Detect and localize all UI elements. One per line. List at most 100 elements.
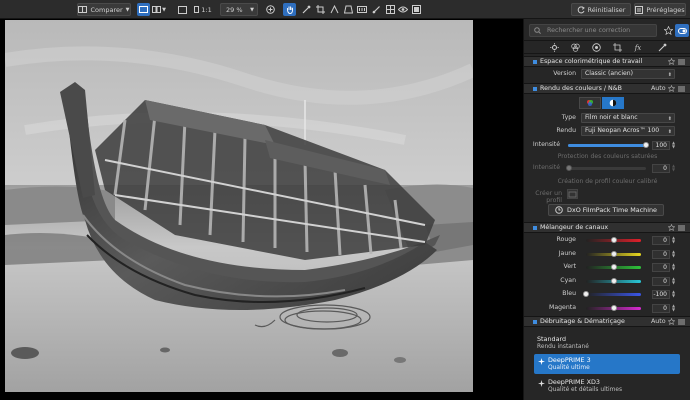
white-balance-tool[interactable] [300,3,312,16]
channel-value[interactable]: 0 [652,276,670,286]
channel-label: Rouge [556,236,576,243]
denoise-option-standard[interactable]: Standard Rendu instantané [534,334,680,354]
crop-tool[interactable] [314,3,326,16]
star-icon[interactable] [668,224,675,231]
channel-stepper[interactable]: ▲ ▼ [672,236,676,245]
search-icon [534,27,541,34]
auto-label[interactable]: Auto [651,85,666,92]
profile-label: Création de profil couleur calibré [557,178,658,185]
channel-row-vert: Vert 0 ▲ ▼ [524,262,690,273]
ratio-button[interactable]: 1:1 [190,3,216,16]
section-denoise-header[interactable]: Débruitage & Dématriçage Auto [524,316,690,327]
section-color-rendering-header[interactable]: Rendu des couleurs / N&B Auto [524,83,690,94]
intensity2-value[interactable]: 0 [652,164,670,173]
single-view-button[interactable] [137,3,150,16]
tab-light[interactable] [544,41,564,54]
auto-label[interactable]: Auto [651,318,666,325]
tab-effects[interactable]: fx [628,41,648,54]
color-circles-icon [570,43,580,52]
timemachine-button[interactable]: DxO FilmPack Time Machine [548,204,664,216]
menu-icon[interactable] [678,225,685,231]
target-icon [591,43,601,52]
bw-mode-button[interactable] [602,97,624,109]
intensity-value[interactable]: 100 [652,141,670,150]
intensity-stepper[interactable]: ▲ ▼ [672,141,676,150]
straighten-tool[interactable] [328,3,340,16]
reset-button[interactable]: Réinitialiser [571,3,631,16]
denoise-option-deepprime-xd3[interactable]: DeepPRIME XD3 Qualité et détails ultimes [534,376,680,396]
hand-tool-button[interactable] [283,3,296,16]
tab-local[interactable] [652,41,672,54]
channel-stepper[interactable]: ▲ ▼ [672,249,676,259]
intensity2-slider[interactable] [568,167,646,170]
zoom-select[interactable]: 29 % ▼ [220,3,258,16]
channel-slider-knob[interactable] [610,237,617,243]
channel-slider[interactable] [586,293,641,296]
repair-tool[interactable] [356,3,368,16]
compare-button[interactable]: Comparer ▼ [77,3,131,16]
magnifier-icon [194,6,200,13]
color-mode-button[interactable] [579,97,601,109]
crop-icon [315,5,325,14]
fit-button[interactable] [176,3,188,16]
image-viewer[interactable] [0,19,523,400]
grid-tool[interactable] [384,3,396,16]
channel-value[interactable]: 0 [652,249,670,259]
channel-value[interactable]: 0 [652,303,670,313]
channel-stepper[interactable]: ▲ ▼ [672,303,676,313]
channel-stepper[interactable]: ▲ ▼ [672,263,676,272]
preview-toggle[interactable] [397,3,409,16]
channel-row-jaune: Jaune 0 ▲ ▼ [524,249,690,260]
channel-value[interactable]: -100 [652,290,670,299]
star-icon [663,26,673,35]
channel-value[interactable]: 0 [652,263,670,272]
channel-slider-knob[interactable] [610,277,617,284]
tab-detail[interactable] [586,41,606,54]
camera-icon [568,191,577,198]
perspective-tool[interactable] [342,3,354,16]
tab-geometry[interactable] [607,41,627,54]
split-view-button[interactable]: ▼ [150,3,168,16]
intensity2-slider-knob[interactable] [566,165,572,171]
intensity2-label: Intensité [532,164,560,171]
intensity-slider-knob[interactable] [643,142,649,148]
local-adjust-tool[interactable] [370,3,382,16]
type-dropdown[interactable]: Film noir et blanc ⬍ [581,113,675,123]
channel-value[interactable]: 0 [652,236,670,245]
create-profile-button[interactable] [567,189,578,199]
intensity-slider[interactable] [568,144,646,147]
denoise-option-deepprime3[interactable]: DeepPRIME 3 Qualité ultime [534,354,680,374]
channel-slider-knob[interactable] [610,250,617,257]
panel-toggle-button[interactable] [675,24,689,37]
channel-stepper[interactable]: ▲ ▼ [672,290,676,299]
tab-color[interactable] [565,41,585,54]
presets-button[interactable]: Préréglages [634,3,686,16]
channel-slider-knob[interactable] [610,264,617,270]
menu-icon[interactable] [678,319,685,325]
zoom-tool-button[interactable] [264,3,276,16]
intensity-row: Intensité 100 ▲ ▼ [524,140,690,151]
channel-stepper[interactable]: ▲ ▼ [672,276,676,286]
crop-icon [612,43,622,52]
rendering-dropdown[interactable]: Fuji Neopan Acros™ 100 ⬍ [581,126,675,136]
channel-slider-knob[interactable] [610,304,617,311]
section-color-space-header[interactable]: Espace colorimétrique de travail [524,56,690,67]
version-dropdown[interactable]: Classic (ancien) ⬍ [581,69,675,79]
clipping-toggle[interactable] [411,3,422,16]
horizon-icon [330,5,338,14]
favorite-filter-button[interactable] [662,24,674,37]
menu-icon[interactable] [678,86,685,92]
active-indicator [533,60,537,64]
menu-icon[interactable] [678,59,685,65]
profile-subheader: Création de profil couleur calibré [524,176,690,187]
section-channel-mixer-header[interactable]: Mélangeur de canaux [524,222,690,233]
type-label: Type [561,114,576,121]
star-icon[interactable] [668,85,675,92]
corrections-panel: Rechercher une correction fx Espace colo… [523,19,690,400]
search-input[interactable]: Rechercher une correction [529,24,657,37]
star-icon[interactable] [668,318,675,325]
split-view-icon [152,6,162,13]
intensity2-stepper[interactable]: ▲ ▼ [672,164,676,173]
channel-slider-knob[interactable] [583,291,589,297]
star-icon[interactable] [668,58,675,65]
